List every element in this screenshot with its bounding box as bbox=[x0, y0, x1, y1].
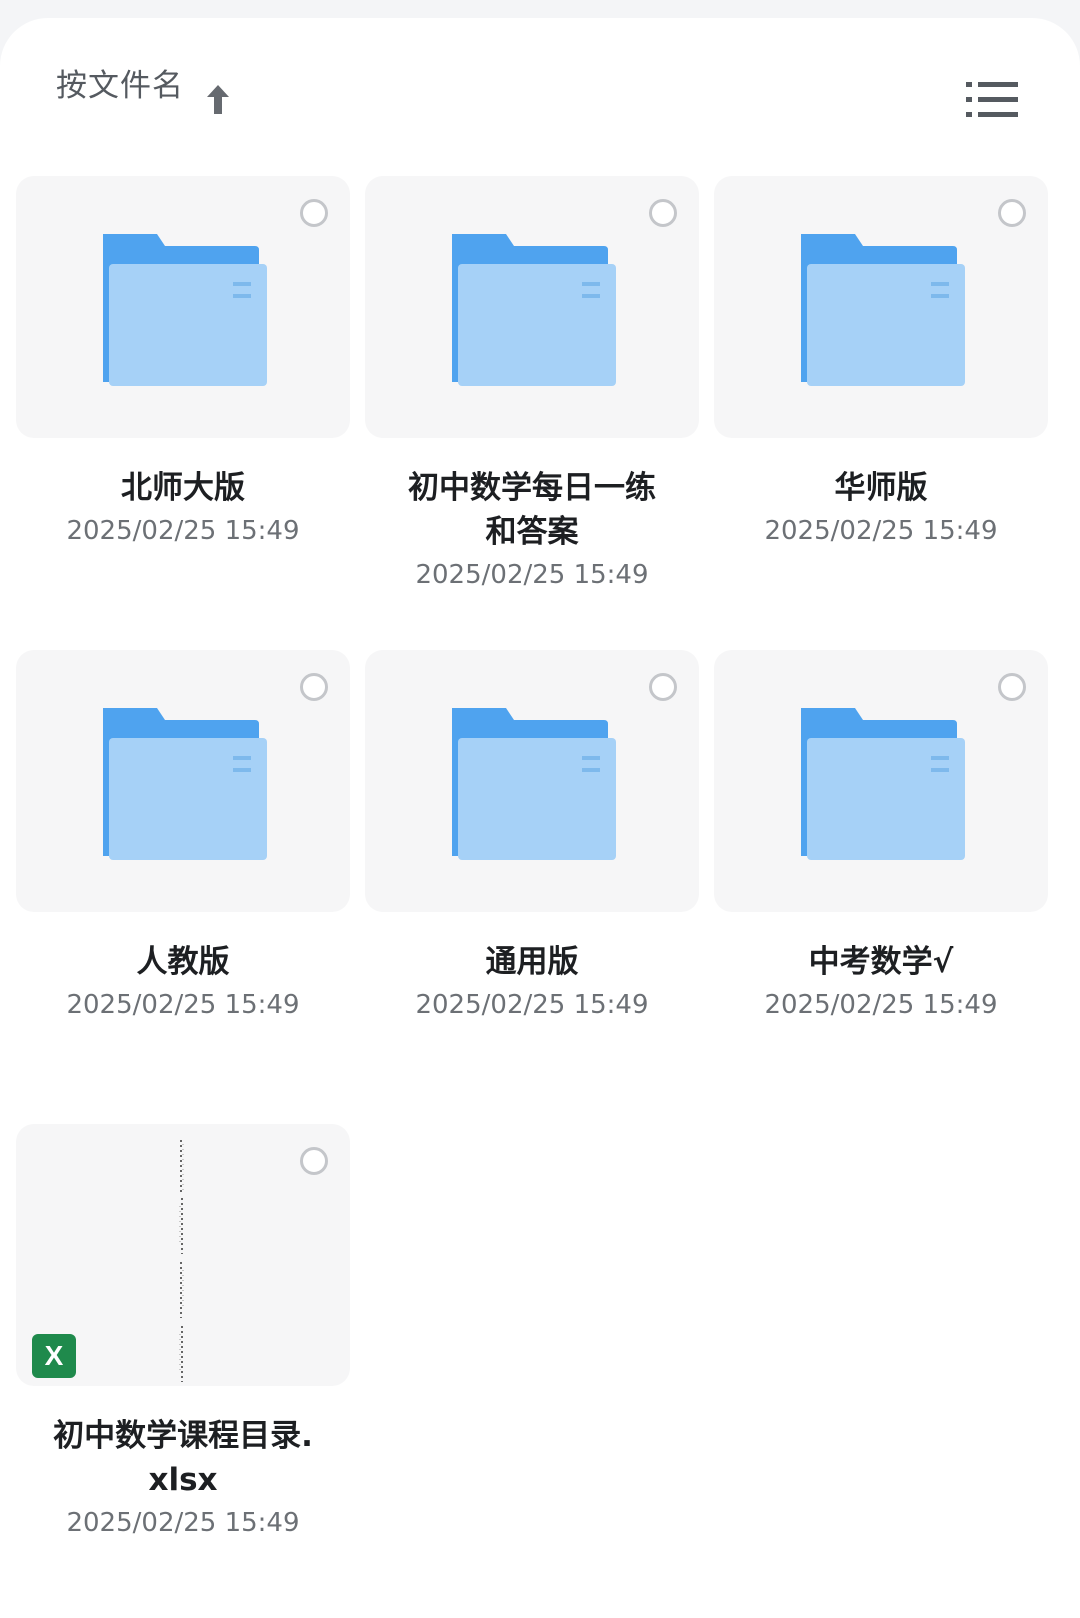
select-checkbox[interactable] bbox=[998, 199, 1026, 227]
modified-date: 2025/02/25 15:49 bbox=[764, 516, 998, 546]
modified-date: 2025/02/25 15:49 bbox=[764, 990, 998, 1020]
folder-icon bbox=[452, 708, 616, 860]
folder-thumbnail[interactable] bbox=[16, 650, 350, 912]
file-name-line-1: 初中数学每日一练 bbox=[408, 470, 656, 506]
folder-icon bbox=[452, 234, 616, 386]
modified-date: 2025/02/25 15:49 bbox=[66, 990, 300, 1020]
file-name: 通用版 bbox=[485, 944, 579, 980]
folder-icon bbox=[103, 234, 267, 386]
file-name-line-2: xlsx bbox=[148, 1462, 218, 1498]
select-checkbox[interactable] bbox=[998, 673, 1026, 701]
file-name-line-1: 初中数学课程目录. bbox=[53, 1418, 313, 1454]
folder-thumbnail[interactable] bbox=[714, 176, 1048, 438]
folder-icon bbox=[103, 708, 267, 860]
modified-date: 2025/02/25 15:49 bbox=[415, 560, 649, 590]
file-name: 华师版 bbox=[834, 470, 928, 506]
file-name: 人教版 bbox=[136, 944, 230, 980]
select-checkbox[interactable] bbox=[300, 1147, 328, 1175]
folder-thumbnail[interactable] bbox=[365, 650, 699, 912]
folder-icon bbox=[801, 234, 965, 386]
modified-date: 2025/02/25 15:49 bbox=[66, 516, 300, 546]
select-checkbox[interactable] bbox=[649, 199, 677, 227]
folder-icon bbox=[801, 708, 965, 860]
select-checkbox[interactable] bbox=[649, 673, 677, 701]
excel-icon: X bbox=[32, 1334, 76, 1378]
file-name: 中考数学√ bbox=[808, 944, 954, 980]
modified-date: 2025/02/25 15:49 bbox=[415, 990, 649, 1020]
select-checkbox[interactable] bbox=[300, 199, 328, 227]
folder-thumbnail[interactable] bbox=[714, 650, 1048, 912]
modified-date: 2025/02/25 15:49 bbox=[66, 1508, 300, 1538]
select-checkbox[interactable] bbox=[300, 673, 328, 701]
folder-thumbnail[interactable] bbox=[16, 176, 350, 438]
spreadsheet-preview bbox=[179, 1140, 184, 1382]
file-name-line-2: 和答案 bbox=[485, 514, 579, 550]
file-thumbnail[interactable]: X bbox=[16, 1124, 350, 1386]
folder-thumbnail[interactable] bbox=[365, 176, 699, 438]
file-grid: 北师大版 2025/02/25 15:49 初中数学每日一练 和答案 2025/… bbox=[0, 0, 1080, 1591]
file-name: 北师大版 bbox=[121, 470, 245, 506]
